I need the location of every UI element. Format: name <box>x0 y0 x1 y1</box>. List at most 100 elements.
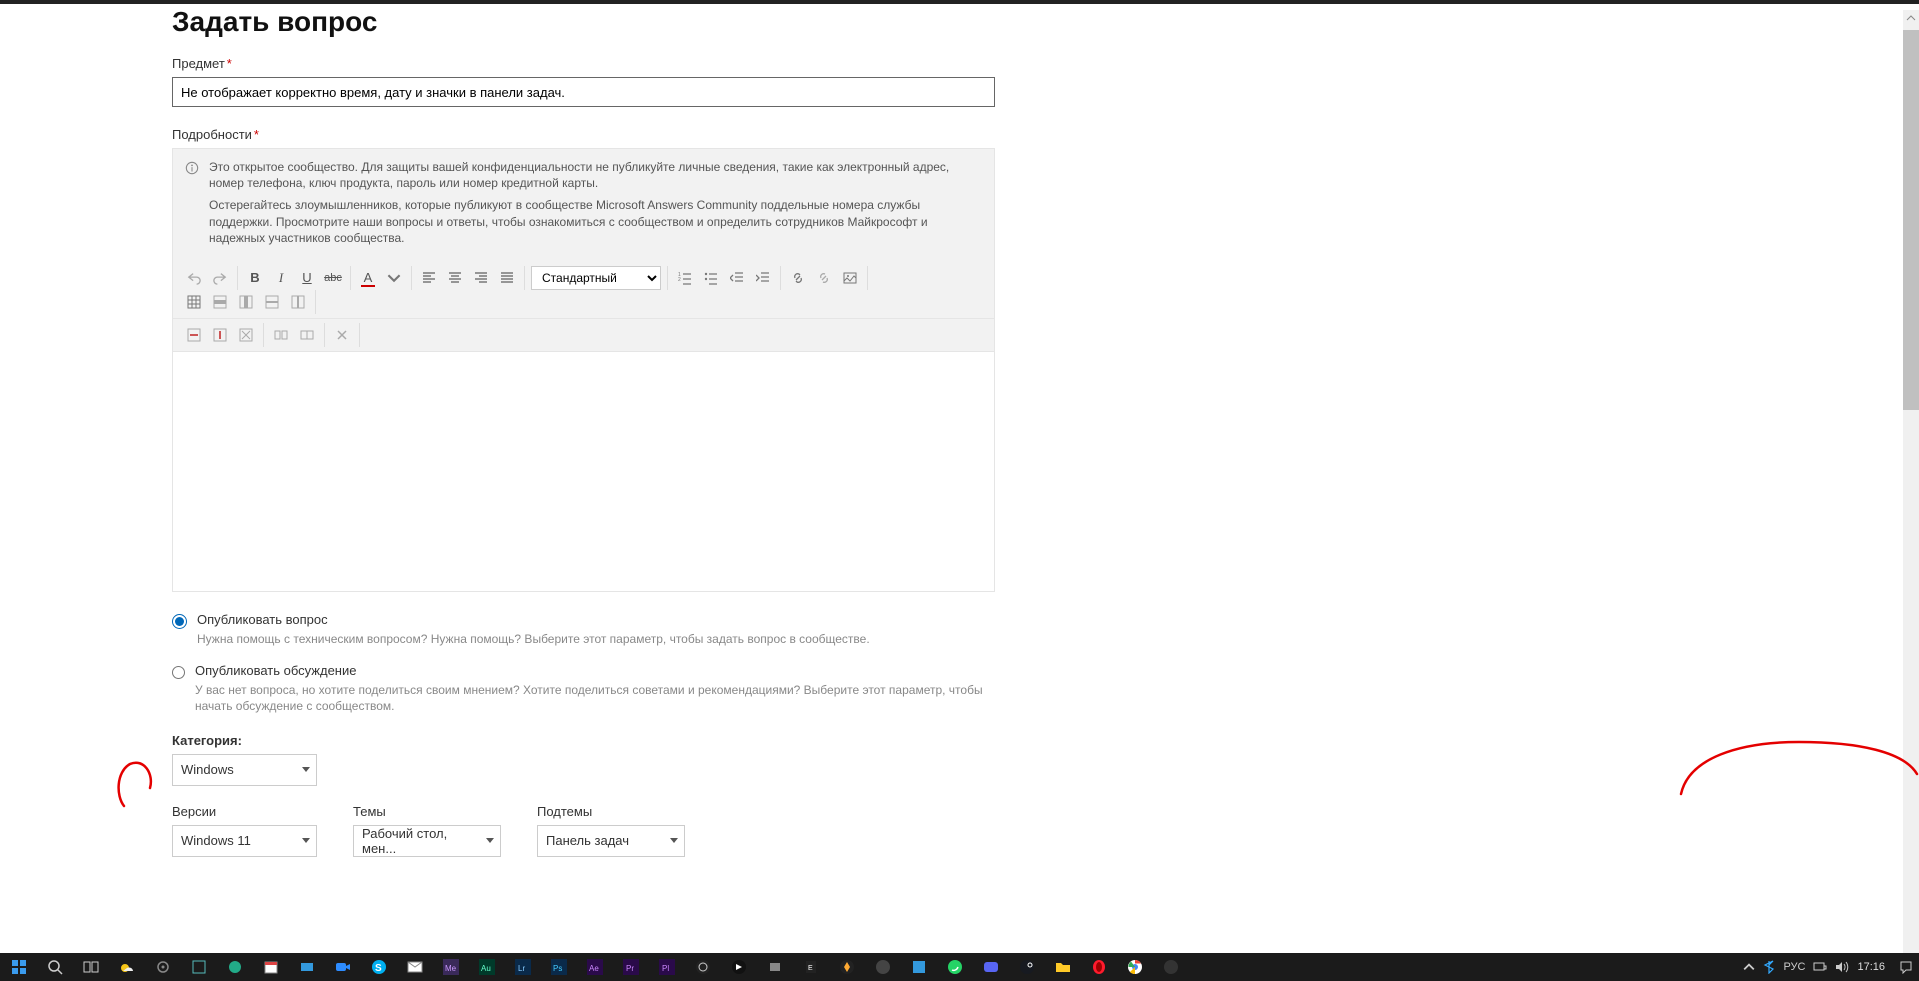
text-color-button[interactable]: A <box>356 266 380 290</box>
versions-select[interactable]: Windows 11 <box>172 825 317 857</box>
pen-annotation-left <box>110 758 158 808</box>
table-insert-col-button[interactable] <box>286 290 310 314</box>
link-button[interactable] <box>786 266 810 290</box>
table-row-button[interactable] <box>208 290 232 314</box>
post-type-question-label: Опубликовать вопрос <box>197 612 870 627</box>
taskbar-app-settings[interactable] <box>150 954 176 980</box>
svg-text:Ae: Ae <box>589 964 599 973</box>
topics-select[interactable]: Рабочий стол, мен... <box>353 825 501 857</box>
taskbar-app-zoom[interactable] <box>330 954 356 980</box>
taskbar-app-4[interactable] <box>726 954 752 980</box>
bluetooth-icon[interactable] <box>1763 960 1775 974</box>
subject-input[interactable] <box>172 77 995 107</box>
strikethrough-button[interactable]: abc <box>321 266 345 290</box>
post-type-discussion-label: Опубликовать обсуждение <box>195 663 995 678</box>
network-icon[interactable] <box>1813 961 1827 973</box>
details-label-text: Подробности <box>172 127 252 142</box>
align-right-button[interactable] <box>469 266 493 290</box>
taskbar-app-adobe-pr[interactable]: Pr <box>618 954 644 980</box>
svg-text:E: E <box>808 965 813 972</box>
align-center-button[interactable] <box>443 266 467 290</box>
category-label: Категория: <box>172 733 1172 748</box>
notice-text-1: Это открытое сообщество. Для защиты ваше… <box>209 159 980 191</box>
weather-widget[interactable] <box>114 954 140 980</box>
taskbar-app-7[interactable] <box>870 954 896 980</box>
taskbar-app-3[interactable] <box>294 954 320 980</box>
table-delete-row-button[interactable] <box>182 323 206 347</box>
taskbar-app-adobe-pl[interactable]: Pl <box>654 954 680 980</box>
taskbar-app-calendar[interactable] <box>258 954 284 980</box>
svg-text:S: S <box>375 963 382 974</box>
taskbar-app-adobe-au[interactable]: Au <box>474 954 500 980</box>
underline-button[interactable]: U <box>295 266 319 290</box>
text-color-dropdown[interactable] <box>382 266 406 290</box>
table-insert-row-button[interactable] <box>260 290 284 314</box>
taskbar-app-explorer[interactable] <box>1050 954 1076 980</box>
taskbar-app-epic[interactable]: E <box>798 954 824 980</box>
start-button[interactable] <box>6 954 32 980</box>
taskbar-app-obs[interactable] <box>690 954 716 980</box>
tray-expand-icon[interactable] <box>1743 961 1755 973</box>
svg-text:Pr: Pr <box>626 964 634 973</box>
post-type-question-radio[interactable] <box>172 614 187 629</box>
language-indicator[interactable]: РУС <box>1783 961 1805 973</box>
taskbar-clock[interactable]: 17:16 <box>1857 962 1891 973</box>
cell-split-button[interactable] <box>295 323 319 347</box>
details-block: Подробности* Это открытое сообщество. Дл… <box>172 127 1172 592</box>
post-type-block: Опубликовать вопрос Нужна помощь с техни… <box>172 612 995 715</box>
bold-button[interactable]: B <box>243 266 267 290</box>
align-justify-button[interactable] <box>495 266 519 290</box>
taskbar-app-adobe-ae[interactable]: Ae <box>582 954 608 980</box>
taskbar-app-adobe-ps[interactable]: Ps <box>546 954 572 980</box>
outdent-button[interactable] <box>725 266 749 290</box>
table-col-button[interactable] <box>234 290 258 314</box>
indent-button[interactable] <box>751 266 775 290</box>
ordered-list-button[interactable]: 12 <box>673 266 697 290</box>
taskbar-app-1[interactable] <box>186 954 212 980</box>
scroll-up-arrow[interactable] <box>1903 10 1919 26</box>
taskbar-app-adobe-me[interactable]: Me <box>438 954 464 980</box>
notifications-icon[interactable] <box>1899 960 1913 974</box>
taskbar-app-whatsapp[interactable] <box>942 954 968 980</box>
undo-button[interactable] <box>182 266 206 290</box>
table-delete-col-button[interactable] <box>208 323 232 347</box>
vertical-scrollbar[interactable] <box>1903 10 1919 957</box>
versions-value: Windows 11 <box>181 833 251 848</box>
taskbar-app-chrome[interactable] <box>1122 954 1148 980</box>
editor-body[interactable] <box>172 352 995 592</box>
italic-button[interactable]: I <box>269 266 293 290</box>
align-left-button[interactable] <box>417 266 441 290</box>
taskbar-app-mail[interactable] <box>402 954 428 980</box>
svg-text:Me: Me <box>445 964 457 973</box>
category-select[interactable]: Windows <box>172 754 317 786</box>
clear-format-button[interactable] <box>330 323 354 347</box>
unordered-list-button[interactable] <box>699 266 723 290</box>
taskbar-app-8[interactable] <box>906 954 932 980</box>
browser-chrome-top <box>0 0 1919 4</box>
topics-value: Рабочий стол, мен... <box>362 826 476 856</box>
search-button[interactable] <box>42 954 68 980</box>
taskbar-app-steam[interactable] <box>1014 954 1040 980</box>
taskbar-app-9[interactable] <box>1158 954 1184 980</box>
taskbar-app-discord[interactable] <box>978 954 1004 980</box>
font-style-select[interactable]: Стандартный <box>531 266 661 290</box>
scrollbar-thumb[interactable] <box>1903 30 1919 410</box>
volume-icon[interactable] <box>1835 961 1849 973</box>
taskbar-app-opera[interactable] <box>1086 954 1112 980</box>
image-button[interactable] <box>838 266 862 290</box>
taskbar-app-5[interactable] <box>762 954 788 980</box>
unlink-button[interactable] <box>812 266 836 290</box>
task-view-button[interactable] <box>78 954 104 980</box>
post-type-discussion-radio[interactable] <box>172 665 185 680</box>
taskbar-app-2[interactable] <box>222 954 248 980</box>
details-label: Подробности* <box>172 127 1172 142</box>
redo-button[interactable] <box>208 266 232 290</box>
table-delete-button[interactable] <box>234 323 258 347</box>
required-mark: * <box>254 127 259 142</box>
taskbar-app-skype[interactable]: S <box>366 954 392 980</box>
table-button[interactable] <box>182 290 206 314</box>
subtopics-select[interactable]: Панель задач <box>537 825 685 857</box>
taskbar-app-6[interactable] <box>834 954 860 980</box>
taskbar-app-adobe-lr[interactable]: Lr <box>510 954 536 980</box>
cell-merge-button[interactable] <box>269 323 293 347</box>
